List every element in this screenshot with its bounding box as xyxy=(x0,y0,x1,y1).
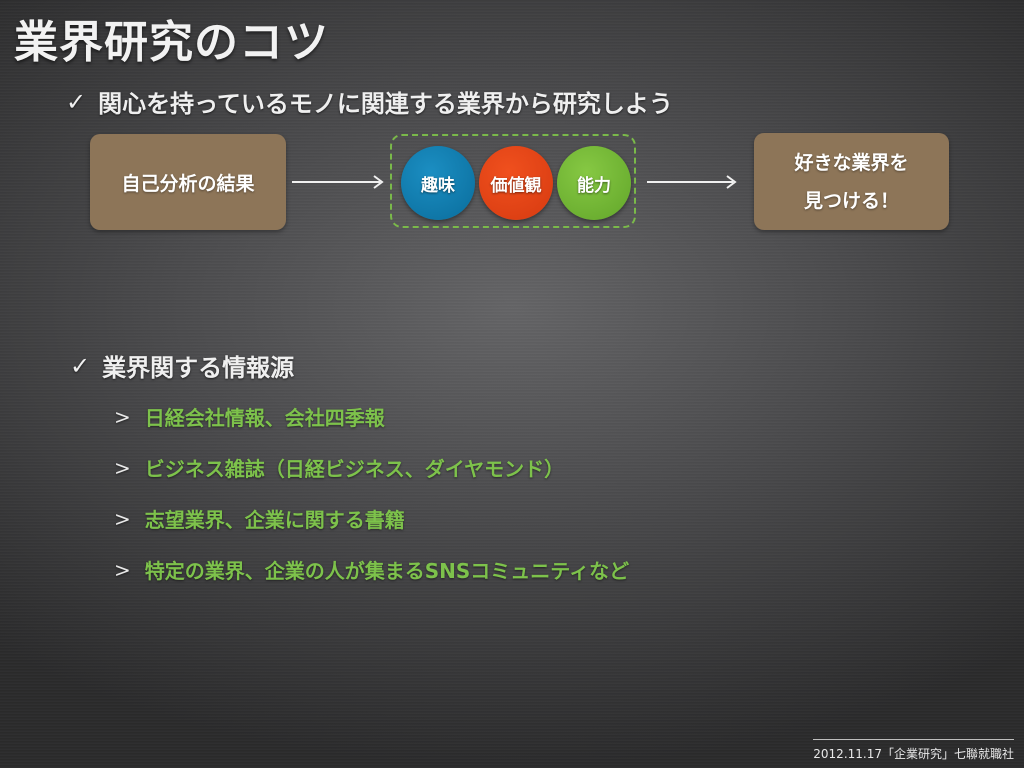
chevron-right-icon: > xyxy=(114,404,131,429)
point-2: ✓ 業界関する情報源 xyxy=(70,348,294,383)
list-item: > 特定の業界、企業の人が集まるSNSコミュニティなど xyxy=(114,555,629,584)
ability-circle: 能力 xyxy=(557,146,631,220)
list-item: > 志望業界、企業に関する書籍 xyxy=(114,504,405,533)
chevron-right-icon: > xyxy=(114,455,131,480)
find-industry-box: 好きな業界を 見つける！ xyxy=(754,133,949,230)
values-circle: 価値観 xyxy=(479,146,553,220)
slide-title: 業界研究のコツ xyxy=(14,17,329,68)
checkmark-icon: ✓ xyxy=(66,87,87,116)
slide-footer: 2012.11.17「企業研究」七聯就職社 xyxy=(813,739,1014,762)
point-1-text: 関心を持っているモノに関連する業界から研究しよう xyxy=(98,90,673,118)
arrow-right-icon xyxy=(647,175,737,189)
chevron-right-icon: > xyxy=(114,557,131,582)
self-analysis-label: 自己分析の結果 xyxy=(121,172,255,195)
source-text: ビジネス雑誌（日経ビジネス、ダイヤモンド） xyxy=(144,457,565,481)
find-industry-line2: 見つける！ xyxy=(803,189,899,212)
point-1: ✓ 関心を持っているモノに関連する業界から研究しよう xyxy=(66,84,673,119)
list-item: > 日経会社情報、会社四季報 xyxy=(114,402,385,431)
source-text: 特定の業界、企業の人が集まるSNSコミュニティなど xyxy=(144,559,630,583)
values-label: 価値観 xyxy=(490,175,542,196)
source-text: 日経会社情報、会社四季報 xyxy=(144,406,385,430)
list-item: > ビジネス雑誌（日経ビジネス、ダイヤモンド） xyxy=(114,453,564,482)
checkmark-icon: ✓ xyxy=(70,351,91,380)
arrow-right-icon xyxy=(292,175,384,189)
find-industry-line1: 好きな業界を xyxy=(794,151,909,174)
point-2-text: 業界関する情報源 xyxy=(102,354,295,382)
hobby-circle: 趣味 xyxy=(401,146,475,220)
chevron-right-icon: > xyxy=(114,506,131,531)
hobby-label: 趣味 xyxy=(421,175,455,196)
self-analysis-box: 自己分析の結果 xyxy=(90,134,286,230)
ability-label: 能力 xyxy=(577,175,611,196)
source-text: 志望業界、企業に関する書籍 xyxy=(144,508,405,532)
